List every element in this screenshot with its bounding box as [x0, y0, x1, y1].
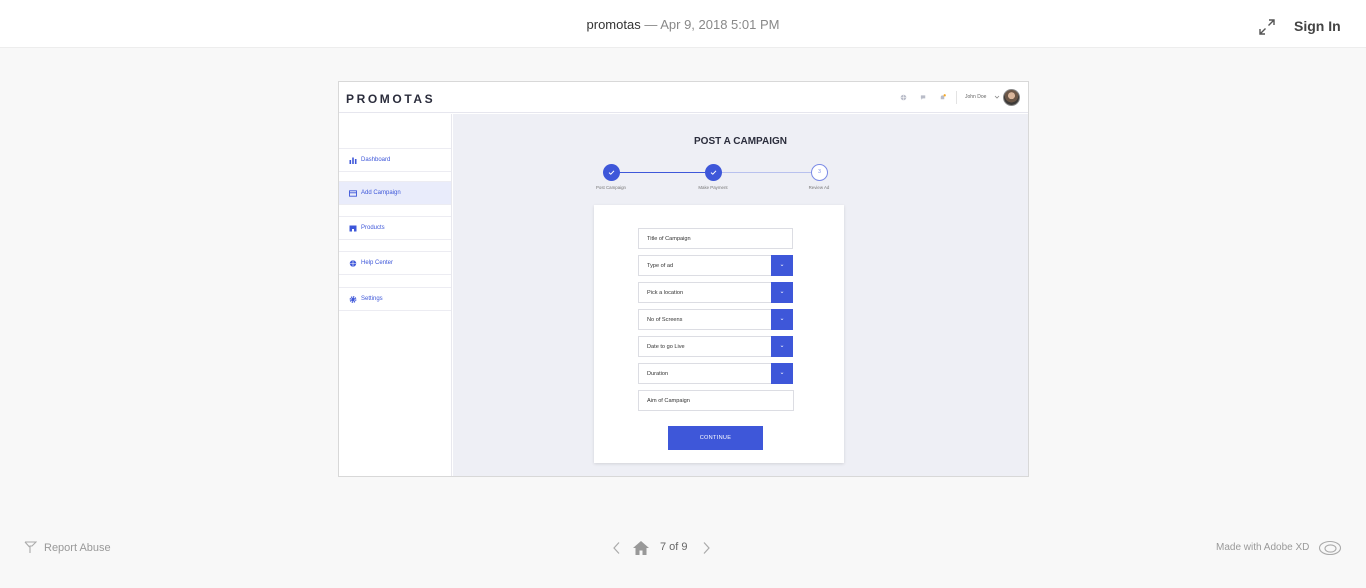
chevron-right-icon[interactable] [701, 541, 711, 555]
type-of-ad-select[interactable]: Type of ad ⌄ [638, 255, 793, 276]
chat-icon[interactable] [920, 94, 927, 101]
field-placeholder: Duration [647, 371, 669, 377]
field-placeholder: Date to go Live [647, 344, 685, 350]
sidebar-item-label: Dashboard [361, 157, 391, 163]
report-abuse-label: Report Abuse [44, 542, 111, 554]
sidebar-item-label: Settings [361, 296, 383, 302]
check-icon [608, 170, 615, 175]
step-connector [617, 172, 705, 173]
screens-select[interactable]: No of Screens ⌄ [638, 309, 793, 330]
sidebar-item-settings[interactable]: Settings [339, 287, 451, 311]
sidebar-item-label: Add Campaign [361, 190, 401, 196]
prototype-title: promotas — Apr 9, 2018 5:01 PM [0, 17, 1366, 32]
page-title: POST A CAMPAIGN [694, 136, 787, 147]
field-placeholder: Pick a location [647, 290, 684, 296]
step-number: 3 [818, 169, 821, 175]
dropdown-toggle[interactable]: ⌄ [771, 363, 793, 384]
store-icon [349, 225, 357, 232]
bell-icon[interactable] [939, 94, 946, 101]
sign-in-link[interactable]: Sign In [1294, 18, 1341, 34]
chevron-down-icon: ⌄ [779, 289, 785, 295]
logo: PROMOTAS [346, 92, 436, 106]
step-indicator-pending: 3 [811, 164, 828, 181]
step-label: Make Payment [698, 185, 728, 190]
project-name: promotas [586, 17, 641, 32]
bar-chart-icon [349, 157, 357, 164]
chevron-down-icon[interactable] [994, 94, 1000, 100]
sidebar-item-label: Products [361, 225, 385, 231]
viewer-top-bar: promotas — Apr 9, 2018 5:01 PM Sign In [0, 0, 1366, 48]
main-content: POST A CAMPAIGN 3 Post Campaign Make Pay… [453, 114, 1028, 476]
location-select[interactable]: Pick a location ⌄ [638, 282, 793, 303]
chevron-down-icon: ⌄ [779, 316, 785, 322]
avatar[interactable] [1003, 89, 1020, 106]
title-separator: — [640, 17, 661, 32]
field-placeholder: Title of Campaign [647, 236, 691, 242]
step-connector [719, 172, 812, 173]
sidebar-item-label: Help Center [361, 260, 394, 266]
title-of-campaign-input[interactable]: Title of Campaign [638, 228, 793, 249]
sidebar-item-dashboard[interactable]: Dashboard [339, 148, 451, 172]
go-live-date-select[interactable]: Date to go Live ⌄ [638, 336, 793, 357]
sidebar: Dashboard Add Campaign Products Help Cen… [339, 114, 452, 476]
globe-icon[interactable] [900, 94, 907, 101]
sidebar-item-add-campaign[interactable]: Add Campaign [339, 181, 451, 205]
gear-icon [349, 296, 357, 303]
aim-of-campaign-input[interactable]: Aim of Campaign [638, 390, 794, 411]
dropdown-toggle[interactable]: ⌄ [771, 282, 793, 303]
fullscreen-icon[interactable] [1258, 18, 1276, 36]
chevron-down-icon: ⌄ [779, 262, 785, 268]
dropdown-toggle[interactable]: ⌄ [771, 255, 793, 276]
field-placeholder: No of Screens [647, 317, 683, 323]
sidebar-item-products[interactable]: Products [339, 216, 451, 240]
chevron-down-icon: ⌄ [779, 370, 785, 376]
made-with-label[interactable]: Made with Adobe XD [1216, 542, 1309, 553]
chevron-left-icon[interactable] [612, 541, 622, 555]
step-indicator-done [705, 164, 722, 181]
screen-pager: 7 of 9 [610, 539, 720, 557]
continue-button[interactable]: CONTINUE [668, 426, 763, 450]
app-header: PROMOTAS John Doe [339, 82, 1028, 113]
creative-cloud-icon [1318, 540, 1342, 556]
field-placeholder: Type of ad [647, 263, 674, 269]
dropdown-toggle[interactable]: ⌄ [771, 309, 793, 330]
step-label: Review Ad [808, 185, 830, 190]
check-icon [710, 170, 717, 175]
page-counter: 7 of 9 [660, 541, 688, 553]
duration-select[interactable]: Duration ⌄ [638, 363, 793, 384]
dropdown-toggle[interactable]: ⌄ [771, 336, 793, 357]
home-icon[interactable] [632, 540, 650, 556]
sidebar-item-help-center[interactable]: Help Center [339, 251, 451, 275]
step-indicator-done [603, 164, 620, 181]
user-name[interactable]: John Doe [965, 94, 986, 100]
header-divider [956, 91, 957, 104]
globe-icon [349, 260, 357, 267]
flag-icon [24, 541, 37, 553]
chevron-down-icon: ⌄ [779, 343, 785, 349]
step-label: Post Campaign [595, 185, 627, 190]
field-placeholder: Aim of Campaign [647, 398, 690, 404]
share-timestamp: Apr 9, 2018 5:01 PM [660, 17, 780, 32]
credit-card-icon [349, 190, 357, 197]
artboard: PROMOTAS John Doe Dashboard Add Campaign… [338, 81, 1029, 477]
campaign-form: Title of Campaign Type of ad ⌄ Pick a lo… [594, 205, 844, 463]
